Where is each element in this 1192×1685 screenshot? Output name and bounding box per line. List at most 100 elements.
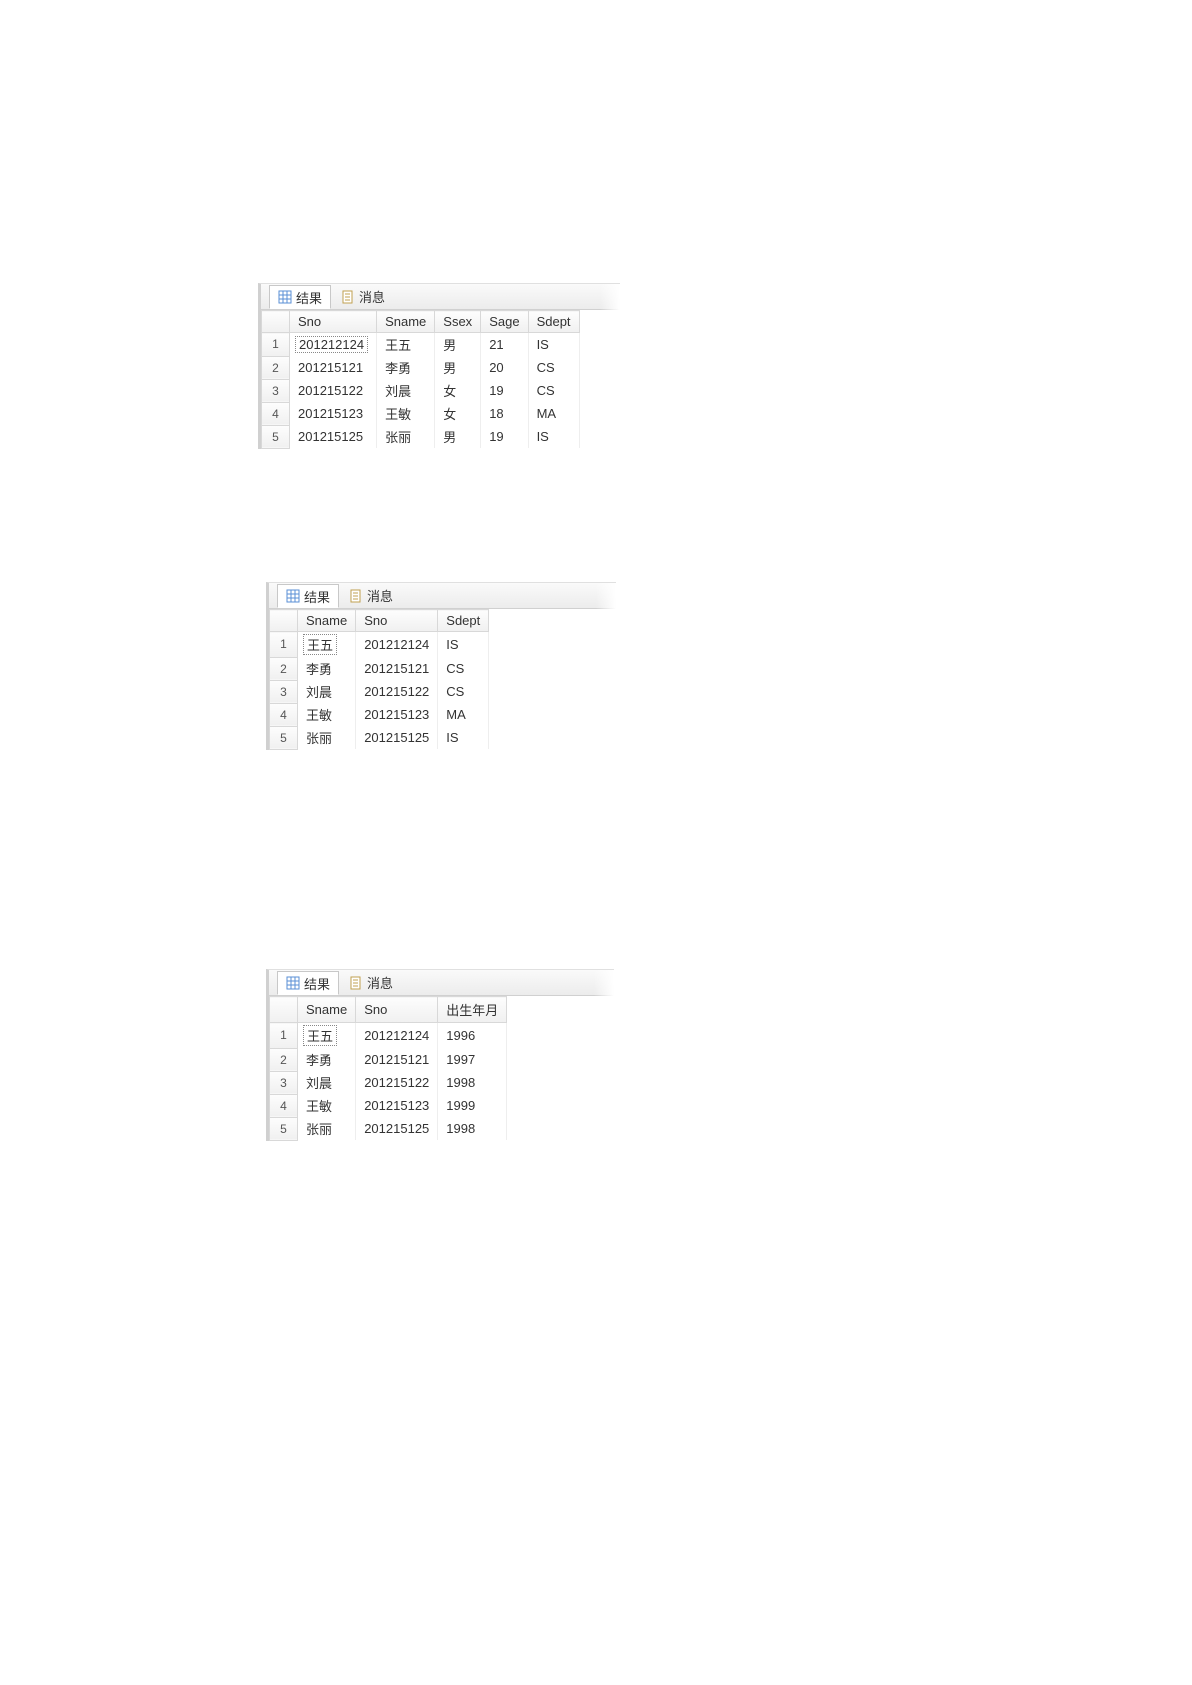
cell-sno[interactable]: 201215122 xyxy=(356,1071,438,1094)
cell-sno[interactable]: 201215125 xyxy=(290,425,377,448)
cell-sno[interactable]: 201215123 xyxy=(290,402,377,425)
cell-sdept[interactable]: CS xyxy=(528,356,579,379)
tab-results[interactable]: 结果 xyxy=(277,584,339,608)
cell-sno[interactable]: 201215121 xyxy=(356,1048,438,1071)
cell-birth[interactable]: 1999 xyxy=(438,1094,507,1117)
row-number[interactable]: 2 xyxy=(270,657,298,680)
row-number[interactable]: 4 xyxy=(270,703,298,726)
table-row[interactable]: 1 王五 201212124 IS xyxy=(270,632,489,658)
table-row[interactable]: 4 王敏 201215123 MA xyxy=(270,703,489,726)
col-header-birth[interactable]: 出生年月 xyxy=(438,997,507,1023)
cell-sno[interactable]: 201215121 xyxy=(356,657,438,680)
tab-messages[interactable]: 消息 xyxy=(333,285,393,309)
col-header-sage[interactable]: Sage xyxy=(481,311,528,333)
cell-sname[interactable]: 李勇 xyxy=(298,1048,356,1071)
cell-sno[interactable]: 201215125 xyxy=(356,1117,438,1140)
cell-ssex[interactable]: 男 xyxy=(435,425,481,448)
cell-sdept[interactable]: IS xyxy=(438,632,489,658)
row-number[interactable]: 1 xyxy=(270,632,298,658)
row-number[interactable]: 5 xyxy=(262,425,290,448)
rownum-header[interactable] xyxy=(262,311,290,333)
cell-sage[interactable]: 21 xyxy=(481,333,528,357)
cell-sname[interactable]: 王五 xyxy=(298,632,356,658)
row-number[interactable]: 2 xyxy=(270,1048,298,1071)
cell-sname[interactable]: 李勇 xyxy=(377,356,435,379)
cell-sdept[interactable]: IS xyxy=(438,726,489,749)
cell-sname[interactable]: 王五 xyxy=(298,1023,356,1049)
cell-birth[interactable]: 1996 xyxy=(438,1023,507,1049)
cell-birth[interactable]: 1997 xyxy=(438,1048,507,1071)
table-row[interactable]: 3 刘晨 201215122 CS xyxy=(270,680,489,703)
cell-sdept[interactable]: CS xyxy=(438,657,489,680)
col-header-sname[interactable]: Sname xyxy=(298,997,356,1023)
row-number[interactable]: 4 xyxy=(262,402,290,425)
cell-sname[interactable]: 王敏 xyxy=(298,1094,356,1117)
col-header-sno[interactable]: Sno xyxy=(290,311,377,333)
tab-messages[interactable]: 消息 xyxy=(341,584,401,608)
table-row[interactable]: 4 王敏 201215123 1999 xyxy=(270,1094,507,1117)
cell-sname[interactable]: 张丽 xyxy=(298,1117,356,1140)
cell-sname[interactable]: 王敏 xyxy=(377,402,435,425)
rownum-header[interactable] xyxy=(270,610,298,632)
cell-sno[interactable]: 201215122 xyxy=(290,379,377,402)
cell-sname[interactable]: 张丽 xyxy=(298,726,356,749)
cell-sname[interactable]: 王五 xyxy=(377,333,435,357)
cell-sno[interactable]: 201212124 xyxy=(356,1023,438,1049)
table-row[interactable]: 5 张丽 201215125 IS xyxy=(270,726,489,749)
cell-sname[interactable]: 张丽 xyxy=(377,425,435,448)
cell-sno[interactable]: 201215122 xyxy=(356,680,438,703)
cell-sdept[interactable]: IS xyxy=(528,333,579,357)
cell-birth[interactable]: 1998 xyxy=(438,1117,507,1140)
row-number[interactable]: 1 xyxy=(270,1023,298,1049)
cell-sage[interactable]: 20 xyxy=(481,356,528,379)
cell-sage[interactable]: 19 xyxy=(481,379,528,402)
cell-sno[interactable]: 201212124 xyxy=(356,632,438,658)
table-row[interactable]: 1 201212124 王五 男 21 IS xyxy=(262,333,580,357)
row-number[interactable]: 4 xyxy=(270,1094,298,1117)
cell-sname[interactable]: 刘晨 xyxy=(298,680,356,703)
col-header-sname[interactable]: Sname xyxy=(377,311,435,333)
col-header-ssex[interactable]: Ssex xyxy=(435,311,481,333)
table-row[interactable]: 5 201215125 张丽 男 19 IS xyxy=(262,425,580,448)
table-row[interactable]: 5 张丽 201215125 1998 xyxy=(270,1117,507,1140)
table-row[interactable]: 2 201215121 李勇 男 20 CS xyxy=(262,356,580,379)
cell-sno[interactable]: 201212124 xyxy=(290,333,377,357)
tab-messages[interactable]: 消息 xyxy=(341,971,401,995)
cell-birth[interactable]: 1998 xyxy=(438,1071,507,1094)
table-row[interactable]: 3 201215122 刘晨 女 19 CS xyxy=(262,379,580,402)
cell-sno[interactable]: 201215123 xyxy=(356,703,438,726)
cell-sno[interactable]: 201215121 xyxy=(290,356,377,379)
table-row[interactable]: 4 201215123 王敏 女 18 MA xyxy=(262,402,580,425)
row-number[interactable]: 3 xyxy=(262,379,290,402)
rownum-header[interactable] xyxy=(270,997,298,1023)
cell-sname[interactable]: 王敏 xyxy=(298,703,356,726)
cell-ssex[interactable]: 男 xyxy=(435,333,481,357)
cell-sage[interactable]: 19 xyxy=(481,425,528,448)
cell-ssex[interactable]: 女 xyxy=(435,402,481,425)
cell-sno[interactable]: 201215123 xyxy=(356,1094,438,1117)
table-row[interactable]: 3 刘晨 201215122 1998 xyxy=(270,1071,507,1094)
table-row[interactable]: 2 李勇 201215121 CS xyxy=(270,657,489,680)
cell-sno[interactable]: 201215125 xyxy=(356,726,438,749)
col-header-sdept[interactable]: Sdept xyxy=(528,311,579,333)
table-row[interactable]: 2 李勇 201215121 1997 xyxy=(270,1048,507,1071)
cell-sdept[interactable]: CS xyxy=(528,379,579,402)
row-number[interactable]: 3 xyxy=(270,1071,298,1094)
cell-sage[interactable]: 18 xyxy=(481,402,528,425)
cell-sname[interactable]: 刘晨 xyxy=(377,379,435,402)
row-number[interactable]: 3 xyxy=(270,680,298,703)
tab-results[interactable]: 结果 xyxy=(277,971,339,995)
row-number[interactable]: 5 xyxy=(270,1117,298,1140)
cell-sdept[interactable]: CS xyxy=(438,680,489,703)
cell-sname[interactable]: 刘晨 xyxy=(298,1071,356,1094)
row-number[interactable]: 5 xyxy=(270,726,298,749)
cell-sdept[interactable]: IS xyxy=(528,425,579,448)
cell-ssex[interactable]: 男 xyxy=(435,356,481,379)
row-number[interactable]: 1 xyxy=(262,333,290,357)
col-header-sdept[interactable]: Sdept xyxy=(438,610,489,632)
cell-sdept[interactable]: MA xyxy=(438,703,489,726)
table-row[interactable]: 1 王五 201212124 1996 xyxy=(270,1023,507,1049)
cell-sname[interactable]: 李勇 xyxy=(298,657,356,680)
row-number[interactable]: 2 xyxy=(262,356,290,379)
cell-ssex[interactable]: 女 xyxy=(435,379,481,402)
